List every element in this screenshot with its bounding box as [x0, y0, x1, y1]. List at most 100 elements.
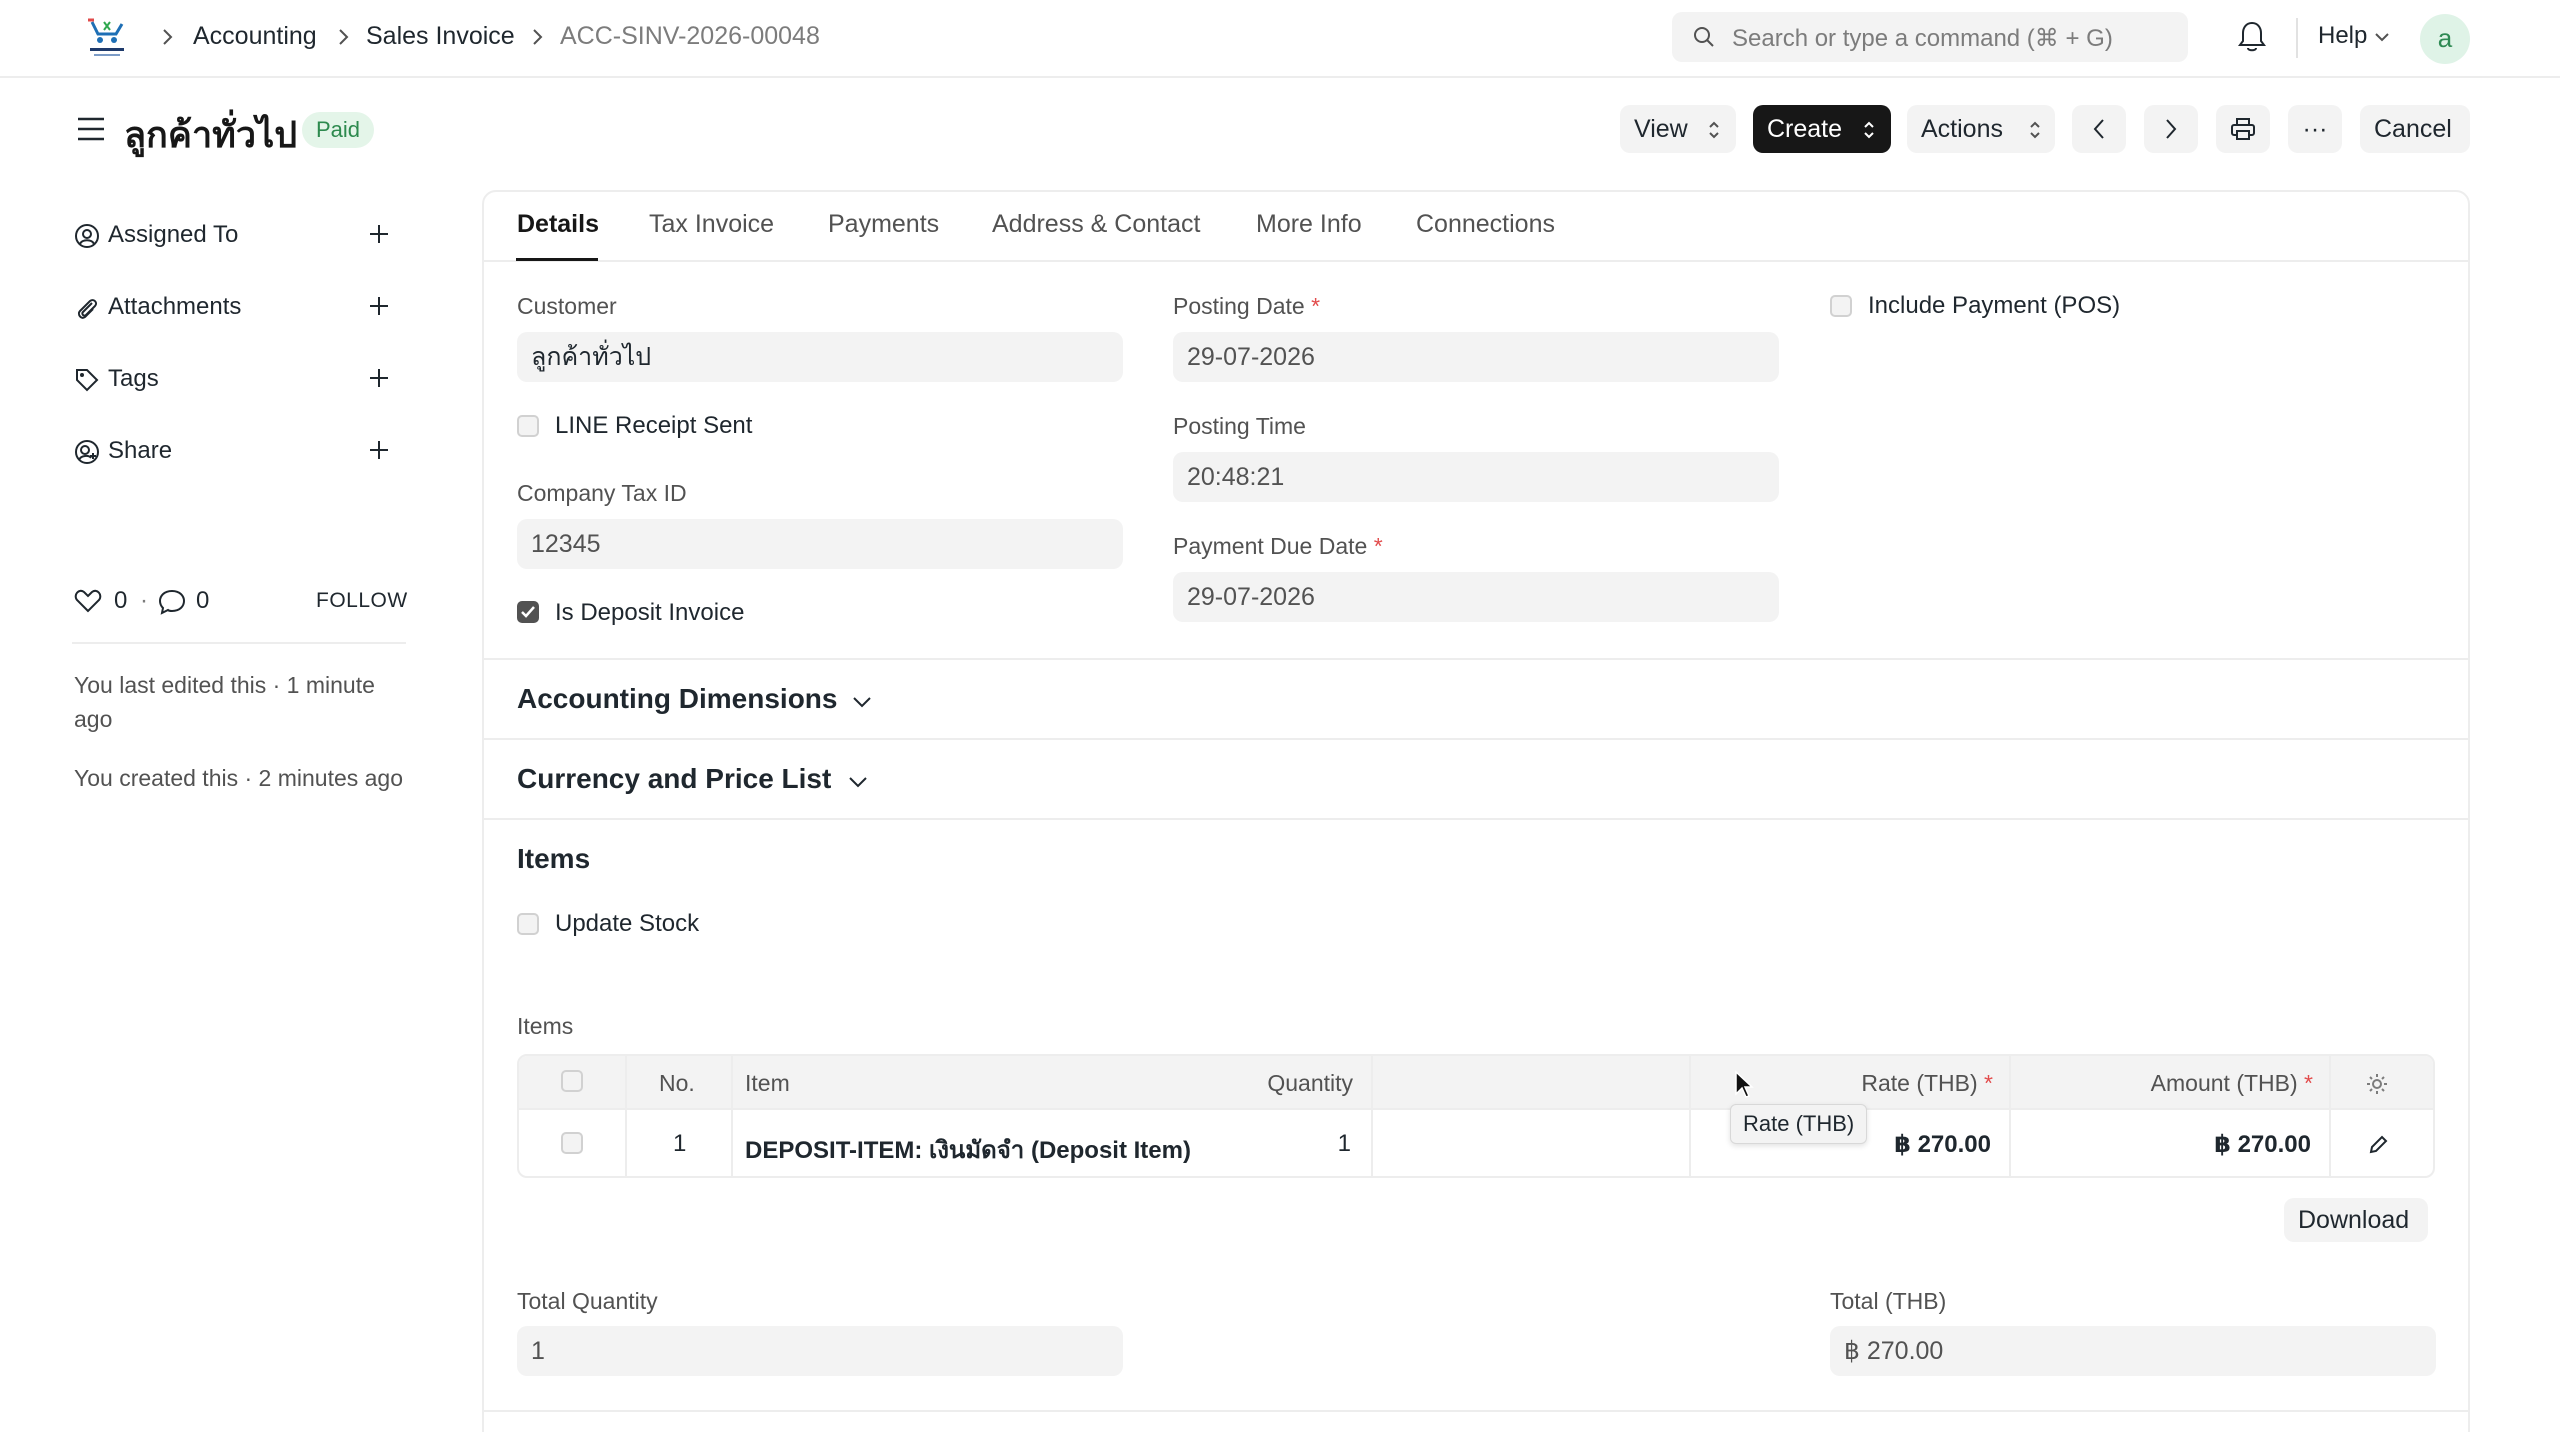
section-divider — [484, 818, 2468, 820]
view-button[interactable]: View — [1620, 105, 1736, 153]
sidebar-item-attachments[interactable]: Attachments — [74, 289, 404, 325]
update-stock-checkbox[interactable] — [517, 913, 539, 935]
user-circle-icon — [75, 224, 99, 248]
sidebar-item-label: Share — [108, 437, 173, 464]
include-payment-checkbox[interactable] — [1830, 295, 1852, 317]
plus-icon[interactable] — [368, 367, 390, 389]
user-avatar[interactable]: a — [2420, 14, 2470, 64]
row-quantity[interactable]: 1 — [1338, 1130, 1351, 1158]
next-doc-button[interactable] — [2144, 105, 2198, 153]
currency-price-list-header[interactable]: Currency and Price List — [517, 763, 831, 795]
rate-tooltip: Rate (THB) — [1730, 1104, 1868, 1144]
search-input[interactable]: Search or type a command (⌘ + G) — [1672, 12, 2188, 62]
sidebar-divider — [72, 642, 406, 644]
status-badge: Paid — [302, 112, 375, 148]
mouse-cursor-icon — [1735, 1070, 1754, 1098]
sidebar-toggle-icon[interactable] — [76, 116, 106, 142]
tab-details[interactable]: Details — [517, 210, 599, 239]
plus-icon[interactable] — [368, 223, 390, 245]
sidebar-item-assigned-to[interactable]: Assigned To — [74, 217, 404, 253]
row-select-checkbox[interactable] — [561, 1132, 583, 1154]
required-mark: * — [1311, 293, 1321, 319]
breadcrumb-accounting[interactable]: Accounting — [193, 22, 317, 51]
tab-more-info[interactable]: More Info — [1256, 210, 1362, 239]
page-title: ลูกค้าทั่วไป — [124, 114, 298, 155]
up-down-icon — [1864, 121, 1874, 139]
posting-date-field[interactable]: 29-07-2026 — [1173, 332, 1779, 382]
comment-icon[interactable] — [158, 589, 186, 615]
more-options-button[interactable]: ··· — [2288, 105, 2342, 153]
sidebar-item-label: Attachments — [108, 293, 242, 320]
items-table: No. Item Quantity Rate (THB) * Amount (T… — [517, 1054, 2435, 1178]
gear-icon[interactable] — [2365, 1072, 2389, 1096]
notification-bell-icon[interactable] — [2236, 20, 2268, 54]
follow-button[interactable]: FOLLOW — [316, 589, 408, 613]
include-payment-label: Include Payment (POS) — [1868, 292, 2121, 319]
heart-icon[interactable] — [74, 588, 102, 614]
line-receipt-checkbox[interactable] — [517, 415, 539, 437]
tab-connections[interactable]: Connections — [1416, 210, 1555, 239]
comment-count: 0 — [196, 587, 210, 614]
chevron-down-icon[interactable] — [848, 775, 868, 789]
company-tax-id-field[interactable]: 12345 — [517, 519, 1123, 569]
payment-due-label: Payment Due Date * — [1173, 533, 1383, 559]
breadcrumb-sales-invoice[interactable]: Sales Invoice — [366, 22, 515, 51]
previous-doc-button[interactable] — [2072, 105, 2126, 153]
section-divider — [484, 1410, 2468, 1412]
app-logo[interactable] — [84, 16, 130, 60]
download-button-label: Download — [2298, 1206, 2410, 1234]
required-mark: * — [1984, 1070, 1993, 1096]
posting-time-field[interactable]: 20:48:21 — [1173, 452, 1779, 502]
breadcrumb-chevron-icon — [163, 29, 173, 45]
items-grid-label: Items — [517, 1013, 574, 1039]
actions-button[interactable]: Actions — [1907, 105, 2055, 153]
row-amount[interactable]: ฿ 270.00 — [2214, 1130, 2311, 1159]
created-text: You created this · 2 minutes ago — [74, 765, 404, 791]
tab-payments[interactable]: Payments — [828, 210, 939, 239]
download-button[interactable]: Download — [2284, 1198, 2428, 1242]
line-receipt-label: LINE Receipt Sent — [555, 412, 753, 439]
required-mark: * — [2304, 1070, 2313, 1096]
payment-due-field[interactable]: 29-07-2026 — [1173, 572, 1779, 622]
print-button[interactable] — [2216, 105, 2270, 153]
help-menu[interactable]: Help — [2318, 22, 2367, 50]
chevron-down-icon[interactable] — [852, 695, 872, 709]
dot-separator: · — [140, 587, 148, 614]
is-deposit-checkbox[interactable] — [517, 601, 539, 623]
tab-address-contact[interactable]: Address & Contact — [992, 210, 1200, 239]
search-icon — [1694, 27, 1714, 47]
total-quantity-label: Total Quantity — [517, 1288, 658, 1314]
sidebar-item-tags[interactable]: Tags — [74, 361, 404, 397]
search-placeholder: Search or type a command (⌘ + G) — [1732, 25, 2113, 52]
select-all-checkbox[interactable] — [561, 1070, 583, 1092]
checkmark-icon — [521, 606, 535, 618]
breadcrumb-current-doc: ACC-SINV-2026-00048 — [560, 22, 820, 50]
is-deposit-label: Is Deposit Invoice — [555, 599, 745, 626]
section-divider — [484, 658, 2468, 660]
sidebar-item-label: Tags — [108, 365, 159, 392]
row-divider — [519, 1110, 2433, 1112]
column-divider — [2009, 1056, 2011, 1176]
sidebar-item-share[interactable]: Share — [74, 433, 404, 469]
tab-tax-invoice[interactable]: Tax Invoice — [649, 210, 774, 239]
column-divider — [1371, 1056, 1373, 1176]
required-mark: * — [1373, 533, 1383, 559]
company-tax-id-label: Company Tax ID — [517, 480, 687, 506]
row-item[interactable]: DEPOSIT-ITEM: เงินมัดจำ (Deposit Item) — [745, 1130, 1191, 1169]
total-quantity-field[interactable]: 1 — [517, 1326, 1123, 1376]
plus-icon[interactable] — [368, 439, 390, 461]
like-count: 0 — [114, 587, 128, 614]
total-field[interactable]: ฿ 270.00 — [1830, 1326, 2436, 1376]
column-header-rate: Rate (THB) * — [1861, 1070, 1993, 1096]
row-rate[interactable]: ฿ 270.00 — [1894, 1130, 1991, 1159]
edit-pencil-icon[interactable] — [2367, 1134, 2389, 1156]
actions-button-label: Actions — [1921, 115, 2003, 143]
breadcrumb-chevron-icon — [339, 29, 349, 45]
create-button[interactable]: Create — [1753, 105, 1891, 153]
active-tab-indicator — [516, 258, 598, 261]
cancel-button[interactable]: Cancel — [2360, 105, 2470, 153]
plus-icon[interactable] — [368, 295, 390, 317]
chevron-right-icon — [2166, 119, 2177, 139]
accounting-dimensions-header[interactable]: Accounting Dimensions — [517, 683, 837, 715]
customer-field[interactable]: ลูกค้าทั่วไป — [517, 332, 1123, 382]
